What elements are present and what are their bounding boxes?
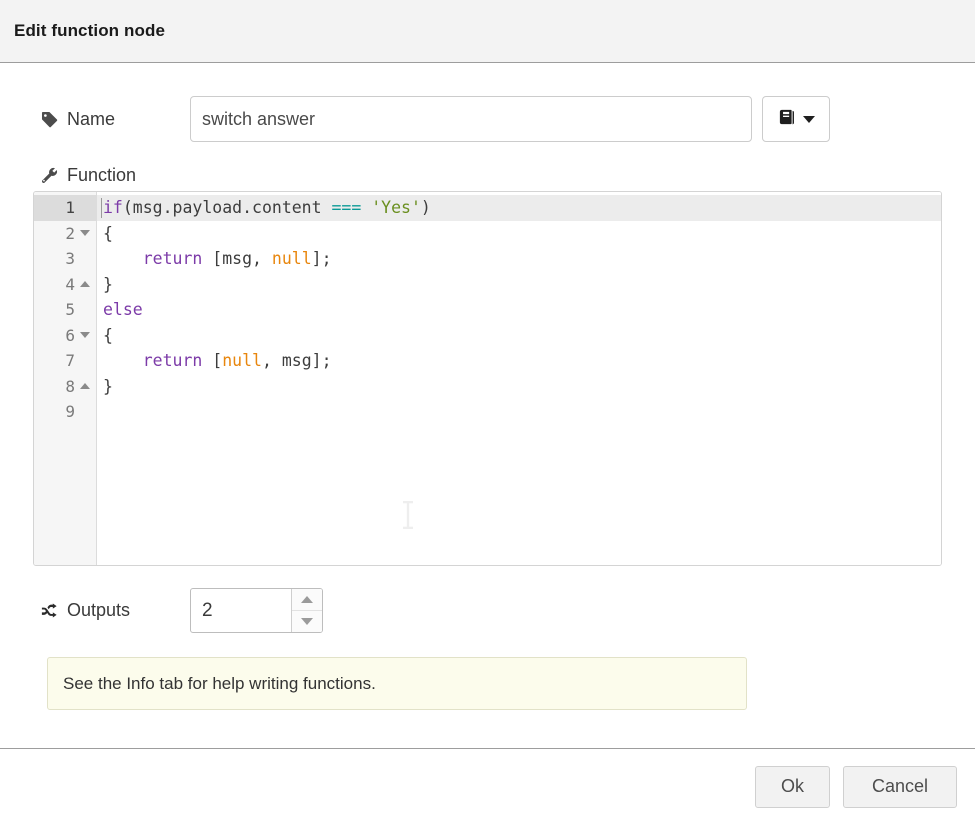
editor-line-number: 4 (34, 272, 96, 298)
fold-toggle[interactable] (78, 281, 92, 287)
line-number-text: 1 (65, 195, 75, 221)
editor-line-number: 9 (34, 399, 96, 425)
code-token: } (103, 374, 113, 400)
name-label-text: Name (67, 109, 115, 130)
editor-line-number: 7 (34, 348, 96, 374)
outputs-label: Outputs (33, 600, 190, 621)
tag-icon (38, 110, 60, 129)
code-token: === (332, 195, 362, 221)
outputs-increment-button[interactable] (292, 589, 322, 610)
function-label: Function (33, 165, 190, 186)
chevron-down-icon (803, 116, 815, 123)
fold-close-icon[interactable] (80, 383, 90, 389)
random-icon (38, 601, 60, 620)
editor-line-number: 5 (34, 297, 96, 323)
outputs-input[interactable] (191, 589, 291, 632)
code-token: ) (421, 195, 431, 221)
function-label-text: Function (67, 165, 136, 186)
text-caret (101, 198, 102, 218)
code-token: if (103, 195, 123, 221)
line-number-text: 2 (65, 221, 75, 247)
code-token: null (222, 348, 262, 374)
code-token: return (143, 246, 203, 272)
editor-code-line[interactable]: { (97, 323, 941, 349)
editor-line-number: 6 (34, 323, 96, 349)
outputs-decrement-button[interactable] (292, 610, 322, 632)
line-number-text: 7 (65, 348, 75, 374)
name-label: Name (33, 109, 190, 130)
outputs-label-text: Outputs (67, 600, 130, 621)
fold-toggle[interactable] (78, 383, 92, 389)
code-token: else (103, 297, 143, 323)
code-token: } (103, 272, 113, 298)
code-token: [msg, (202, 246, 272, 272)
editor-code-line[interactable]: return [msg, null]; (97, 246, 941, 272)
fold-close-icon[interactable] (80, 281, 90, 287)
wrench-icon (38, 166, 60, 185)
dialog-body: Name Function 123456789 if(msg.p (0, 63, 975, 747)
editor-code-line[interactable] (97, 399, 941, 425)
editor-code-line[interactable]: } (97, 374, 941, 400)
line-number-text: 3 (65, 246, 75, 272)
function-row: Function (33, 165, 942, 186)
name-input[interactable] (190, 96, 752, 142)
fold-open-icon[interactable] (80, 332, 90, 338)
line-number-text: 4 (65, 272, 75, 298)
book-icon (777, 107, 798, 131)
line-number-text: 5 (65, 297, 75, 323)
code-token: { (103, 323, 113, 349)
triangle-up-icon (301, 596, 313, 603)
code-token: (msg.payload.content (123, 195, 332, 221)
code-token: [ (202, 348, 222, 374)
page-title: Edit function node (14, 21, 165, 41)
name-row: Name (33, 63, 942, 142)
editor-line-number: 1 (34, 195, 96, 221)
code-token: 'Yes' (371, 195, 421, 221)
editor-code-line[interactable]: { (97, 221, 941, 247)
editor-line-number-gutter[interactable]: 123456789 (34, 192, 97, 565)
editor-code-area[interactable]: if(msg.payload.content === 'Yes'){ retur… (97, 192, 941, 565)
editor-line-number: 3 (34, 246, 96, 272)
name-library-button[interactable] (762, 96, 830, 142)
outputs-stepper[interactable] (190, 588, 323, 633)
ok-button[interactable]: Ok (755, 766, 830, 808)
dialog-header: Edit function node (0, 0, 975, 63)
editor-line-number: 8 (34, 374, 96, 400)
code-token (361, 195, 371, 221)
triangle-down-icon (301, 618, 313, 625)
outputs-row: Outputs (33, 588, 942, 633)
line-number-text: 6 (65, 323, 75, 349)
code-token: ]; (312, 246, 332, 272)
outputs-stepper-buttons (291, 589, 322, 632)
code-token: return (143, 348, 203, 374)
info-tip-text: See the Info tab for help writing functi… (63, 674, 376, 694)
line-number-text: 9 (65, 399, 75, 425)
code-token: , msg]; (262, 348, 332, 374)
editor-code-line[interactable]: else (97, 297, 941, 323)
dialog-footer: Ok Cancel (0, 748, 975, 824)
editor-code-line[interactable]: return [null, msg]; (97, 348, 941, 374)
editor-code-line[interactable]: } (97, 272, 941, 298)
fold-open-icon[interactable] (80, 230, 90, 236)
function-code-editor[interactable]: 123456789 if(msg.payload.content === 'Ye… (33, 191, 942, 566)
info-tip: See the Info tab for help writing functi… (47, 657, 747, 710)
fold-toggle[interactable] (78, 332, 92, 338)
code-token: { (103, 221, 113, 247)
fold-toggle[interactable] (78, 230, 92, 236)
code-token (103, 348, 143, 374)
code-token (103, 246, 143, 272)
cancel-button[interactable]: Cancel (843, 766, 957, 808)
code-token: null (272, 246, 312, 272)
editor-line-number: 2 (34, 221, 96, 247)
line-number-text: 8 (65, 374, 75, 400)
editor-code-line[interactable]: if(msg.payload.content === 'Yes') (97, 195, 941, 221)
